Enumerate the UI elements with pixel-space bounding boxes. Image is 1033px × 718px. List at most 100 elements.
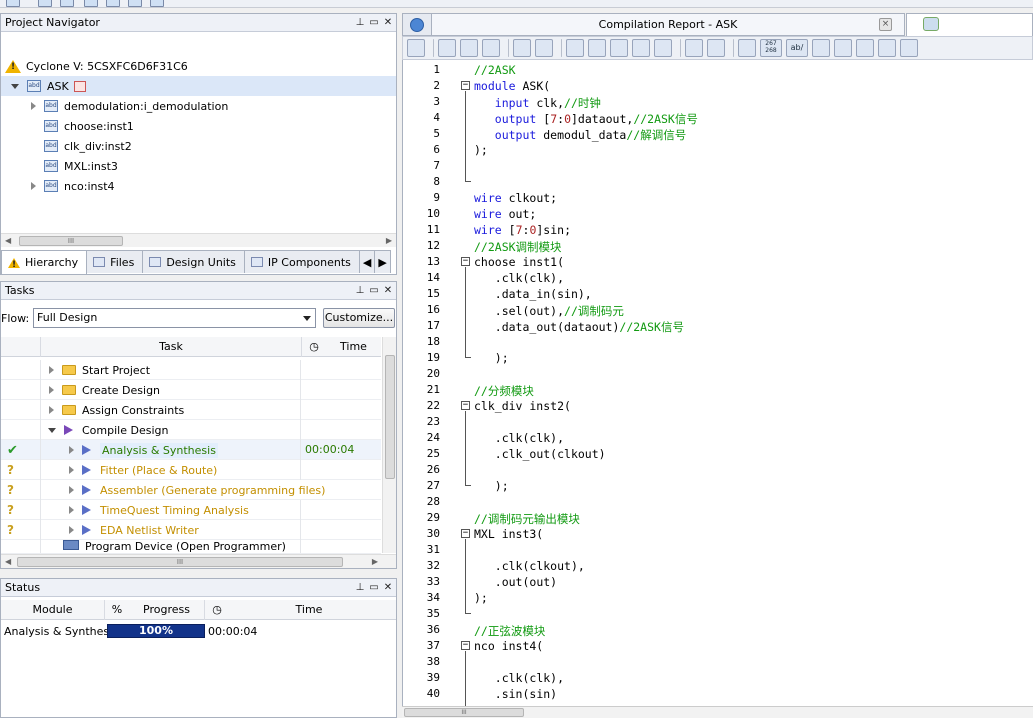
scroll-thumb[interactable]: [385, 355, 395, 479]
tree-item-clk-div[interactable]: abd clk_div:inst2: [44, 136, 132, 156]
tree-item-mxl[interactable]: abd MXL:inst3: [44, 156, 118, 176]
print-icon[interactable]: [407, 39, 425, 57]
time-column-header[interactable]: Time: [326, 337, 381, 357]
editor-horizontal-scrollbar[interactable]: III: [402, 706, 1033, 718]
folder-icon[interactable]: [84, 0, 98, 7]
pin-icon[interactable]: ⊥: [354, 582, 366, 594]
tabs-scroll-left[interactable]: ◀: [358, 250, 376, 273]
tab-files[interactable]: Files: [86, 250, 144, 273]
percent-column-header[interactable]: %: [105, 600, 129, 620]
tasks-vertical-scrollbar[interactable]: [382, 337, 396, 553]
expand-arrow-icon[interactable]: [69, 446, 74, 454]
pin-icon[interactable]: ⊥: [354, 285, 366, 297]
task-row-timequest[interactable]: ? TimeQuest Timing Analysis: [1, 500, 381, 520]
expand-arrow-icon[interactable]: [69, 486, 74, 494]
device-row[interactable]: Cyclone V: 5CSXFC6D6F31C6: [5, 56, 188, 76]
split-view-icon[interactable]: [812, 39, 830, 57]
expand-arrow-icon[interactable]: [11, 83, 19, 89]
close-icon[interactable]: ✕: [382, 582, 394, 594]
bookmark-list-icon[interactable]: [654, 39, 672, 57]
scroll-thumb[interactable]: III: [19, 236, 123, 246]
task-row-create-design[interactable]: Create Design: [1, 380, 381, 400]
template-icon[interactable]: [856, 39, 874, 57]
word-wrap-icon[interactable]: ab/: [786, 39, 808, 57]
block-icon[interactable]: [900, 39, 918, 57]
line-number-icon[interactable]: 267 268: [760, 39, 782, 57]
scroll-thumb[interactable]: III: [17, 557, 343, 567]
tab-ip-components[interactable]: IP Components: [243, 250, 360, 273]
status-row[interactable]: Analysis & Synthesis 100% 00:00:04: [1, 621, 396, 641]
eraser-icon[interactable]: [707, 39, 725, 57]
expand-arrow-icon[interactable]: [69, 466, 74, 474]
tab-hierarchy[interactable]: Hierarchy: [1, 250, 88, 274]
clear-bookmark-icon[interactable]: [632, 39, 650, 57]
chip-icon[interactable]: [38, 0, 52, 7]
flow-select[interactable]: Full Design: [33, 308, 316, 328]
fold-toggle-icon[interactable]: −: [461, 529, 470, 538]
pin-icon[interactable]: ⊥: [354, 17, 366, 29]
fold-toggle-icon[interactable]: −: [461, 641, 470, 650]
find-icon[interactable]: [438, 39, 456, 57]
program-icon[interactable]: [150, 0, 164, 7]
task-row-fitter[interactable]: ? Fitter (Place & Route): [1, 460, 381, 480]
task-column-header[interactable]: Task: [41, 337, 302, 357]
timing-icon[interactable]: [128, 0, 142, 7]
task-row-eda-netlist[interactable]: ? EDA Netlist Writer: [1, 520, 381, 540]
progress-column-header[interactable]: Progress: [129, 600, 205, 620]
replace-icon[interactable]: [460, 39, 478, 57]
close-icon[interactable]: ×: [879, 18, 892, 31]
expand-arrow-icon[interactable]: [69, 506, 74, 514]
expand-arrow-icon[interactable]: [69, 526, 74, 534]
tabs-scroll-right[interactable]: ▶: [374, 250, 391, 273]
tree-item-nco[interactable]: abd nco:inst4: [31, 176, 115, 196]
attach-icon[interactable]: [685, 39, 703, 57]
outdent-icon[interactable]: [535, 39, 553, 57]
compile-icon[interactable]: [60, 0, 74, 7]
expand-arrow-icon[interactable]: [49, 386, 54, 394]
restore-icon[interactable]: ▭: [368, 285, 380, 297]
tree-item-choose[interactable]: abd choose:inst1: [44, 116, 134, 136]
prev-bookmark-icon[interactable]: [610, 39, 628, 57]
task-row-assign-constraints[interactable]: Assign Constraints: [1, 400, 381, 420]
tab-design-units[interactable]: Design Units: [142, 250, 245, 273]
goto-icon[interactable]: [482, 39, 500, 57]
task-row-assembler[interactable]: ? Assembler (Generate programming files): [1, 480, 381, 500]
expand-arrow-icon[interactable]: [49, 366, 54, 374]
tasks-horizontal-scrollbar[interactable]: ◀ III ▶: [1, 554, 396, 568]
next-bookmark-icon[interactable]: [588, 39, 606, 57]
customize-button[interactable]: Customize...: [323, 308, 395, 328]
fold-toggle-icon[interactable]: −: [461, 257, 470, 266]
restore-icon[interactable]: ▭: [368, 17, 380, 29]
module-column-header[interactable]: Module: [1, 600, 105, 620]
navigator-horizontal-scrollbar[interactable]: ◀ III ▶: [1, 233, 396, 247]
insert-arrow-icon[interactable]: [834, 39, 852, 57]
indent-icon[interactable]: [513, 39, 531, 57]
status-column-header[interactable]: [1, 337, 41, 357]
fold-toggle-icon[interactable]: −: [461, 81, 470, 90]
top-entity-row[interactable]: abd ASK: [1, 76, 396, 96]
scroll-thumb[interactable]: III: [404, 708, 524, 717]
expand-arrow-icon[interactable]: [31, 182, 36, 190]
tree-item-demodulation[interactable]: abd demodulation:i_demodulation: [31, 96, 228, 116]
tab-ask-file[interactable]: [906, 13, 1033, 36]
task-row-compile-design[interactable]: Compile Design: [1, 420, 381, 440]
close-icon[interactable]: ✕: [382, 17, 394, 29]
expand-arrow-icon[interactable]: [49, 406, 54, 414]
tab-compilation-report[interactable]: Compilation Report - ASK ×: [431, 13, 905, 36]
time-column-header[interactable]: Time: [229, 600, 389, 620]
check-syntax-icon[interactable]: [738, 39, 756, 57]
fold-toggle-icon[interactable]: −: [461, 401, 470, 410]
restore-icon[interactable]: ▭: [368, 582, 380, 594]
stop-icon[interactable]: [6, 0, 20, 7]
code-editor[interactable]: 1 2 3 4 5 6 7 8 9 10 11 12 13 14 15 16 17 18 19 20 21 22 23 24 2…: [402, 60, 1033, 706]
task-row-analysis-synthesis[interactable]: ✔ Analysis & Synthesis 00:00:04: [1, 440, 381, 460]
task-row-start-project[interactable]: Start Project: [1, 360, 381, 380]
close-icon[interactable]: ✕: [382, 285, 394, 297]
tab-editor-icon[interactable]: [402, 13, 432, 36]
task-row-program-device[interactable]: Program Device (Open Programmer): [1, 540, 381, 554]
expand-arrow-icon[interactable]: [31, 102, 36, 110]
netlist-icon[interactable]: [106, 0, 120, 7]
symbol-icon[interactable]: [878, 39, 896, 57]
bookmark-icon[interactable]: [566, 39, 584, 57]
collapse-arrow-icon[interactable]: [48, 427, 56, 433]
